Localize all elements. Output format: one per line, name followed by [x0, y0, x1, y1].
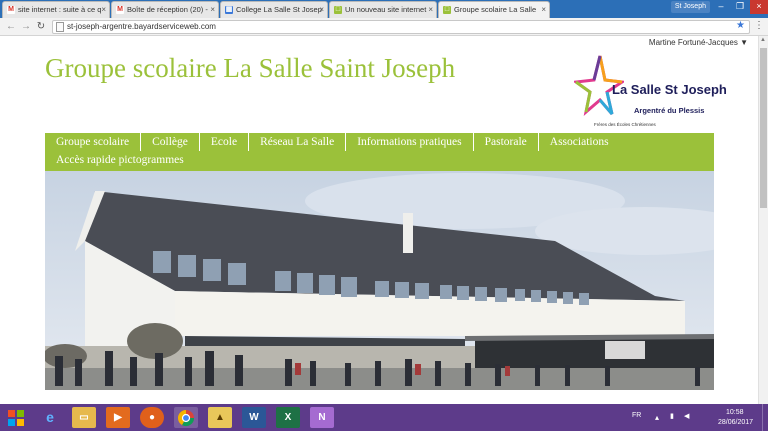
start-button[interactable] [4, 407, 28, 428]
nav-informations-pratiques[interactable]: Informations pratiques [346, 133, 474, 151]
profile-label: St Joseph [674, 3, 706, 10]
calendar-icon: ▦ [225, 6, 233, 14]
tab-label: College La Salle St Josep [236, 5, 322, 14]
volume-icon[interactable]: ◀ [684, 412, 689, 420]
close-icon[interactable]: × [428, 2, 433, 17]
logo-tagline: Frères des Écoles Chrétiennes [594, 122, 656, 127]
nav-pastorale[interactable]: Pastorale [474, 133, 539, 151]
forward-icon[interactable]: → [19, 20, 33, 34]
site-icon: □ [443, 6, 451, 14]
nav-associations[interactable]: Associations [539, 133, 620, 151]
back-icon[interactable]: ← [4, 20, 18, 34]
reload-icon[interactable]: ↻ [34, 20, 48, 34]
user-menu[interactable]: Martine Fortuné-Jacques ▼ [649, 38, 748, 47]
main-navigation: Groupe scolaire Collège Ecole Réseau La … [45, 133, 714, 171]
onenote-icon[interactable]: N [310, 407, 334, 428]
nav-groupe-scolaire[interactable]: Groupe scolaire [45, 133, 142, 151]
windows-taskbar: e ▭ ▶ ● ▲ W X N FR ▴ ▮ ◀ 10:58 28/06/201… [0, 404, 768, 431]
paint-icon[interactable]: ▲ [208, 407, 232, 428]
show-desktop-button[interactable] [762, 404, 768, 431]
maximize-icon[interactable]: ❐ [731, 0, 749, 14]
gmail-icon: M [7, 6, 15, 14]
page-scrollbar[interactable]: ▲ [758, 36, 768, 404]
close-icon[interactable]: × [541, 2, 546, 17]
firefox-icon[interactable]: ● [140, 407, 164, 428]
browser-tab-2[interactable]: M Boîte de réception (20) - × [111, 1, 219, 18]
page-content: Martine Fortuné-Jacques ▼ Groupe scolair… [0, 36, 758, 404]
hero-school-photo [45, 171, 714, 390]
close-icon[interactable]: × [101, 2, 106, 17]
word-icon[interactable]: W [242, 407, 266, 428]
school-building-image [45, 171, 714, 390]
close-icon[interactable]: × [210, 2, 215, 17]
browser-tab-3[interactable]: ▦ College La Salle St Josep × [220, 1, 328, 18]
tray-chevron-icon[interactable]: ▴ [655, 413, 659, 422]
gmail-icon: M [116, 6, 124, 14]
clock-date[interactable]: 28/06/2017 [718, 419, 753, 426]
nav-row-2: Accès rapide pictogrammes [45, 151, 195, 169]
site-icon: □ [334, 6, 342, 14]
page-icon [56, 22, 64, 32]
media-player-icon[interactable]: ▶ [106, 407, 130, 428]
chrome-icon[interactable] [174, 407, 198, 428]
chrome-logo-icon [177, 410, 195, 427]
tab-label: Groupe scolaire La Salle [454, 5, 537, 14]
bookmark-star-icon[interactable]: ★ [736, 20, 745, 32]
file-explorer-icon[interactable]: ▭ [72, 407, 96, 428]
scroll-up-icon[interactable]: ▲ [760, 37, 766, 43]
logo-subtitle: Argentré du Plessis [634, 106, 705, 115]
browser-tab-5-active[interactable]: □ Groupe scolaire La Salle × [438, 1, 550, 18]
school-logo[interactable]: La Salle St Joseph Argentré du Plessis F… [574, 54, 727, 134]
excel-icon[interactable]: X [276, 407, 300, 428]
windows-logo-icon [8, 410, 24, 426]
url-text: st-joseph-argentre.bayardserviceweb.com [67, 22, 216, 31]
minimize-icon[interactable]: – [712, 0, 730, 14]
nav-row-1: Groupe scolaire Collège Ecole Réseau La … [45, 133, 620, 151]
nav-ecole[interactable]: Ecole [200, 133, 250, 151]
tab-label: Boîte de réception (20) - [127, 5, 208, 14]
internet-explorer-icon[interactable]: e [38, 407, 62, 428]
network-icon[interactable]: ▮ [670, 412, 674, 420]
scroll-thumb[interactable] [760, 48, 767, 208]
nav-reseau-la-salle[interactable]: Réseau La Salle [249, 133, 347, 151]
logo-name: La Salle St Joseph [612, 82, 727, 97]
address-bar[interactable]: st-joseph-argentre.bayardserviceweb.com … [52, 20, 750, 34]
language-indicator[interactable]: FR [632, 412, 641, 419]
tab-label: site internet : suite à ce q [18, 5, 102, 14]
close-icon[interactable]: × [319, 2, 324, 17]
browser-tab-4[interactable]: □ Un nouveau site internet × [329, 1, 437, 18]
browser-profile-chip[interactable]: St Joseph [670, 1, 710, 13]
tab-label: Un nouveau site internet [345, 5, 427, 14]
nav-acces-rapide-pictogrammes[interactable]: Accès rapide pictogrammes [45, 151, 195, 169]
clock-time[interactable]: 10:58 [726, 409, 744, 416]
browser-tab-bar: M site internet : suite à ce q × M Boîte… [0, 0, 768, 18]
site-title[interactable]: Groupe scolaire La Salle Saint Joseph [45, 53, 455, 84]
browser-tab-1[interactable]: M site internet : suite à ce q × [2, 1, 110, 18]
browser-menu-icon[interactable]: ⋮ [754, 20, 764, 31]
browser-toolbar: ← → ↻ st-joseph-argentre.bayardservicewe… [0, 18, 768, 36]
window-close-icon[interactable]: × [750, 0, 768, 14]
nav-college[interactable]: Collège [141, 133, 200, 151]
